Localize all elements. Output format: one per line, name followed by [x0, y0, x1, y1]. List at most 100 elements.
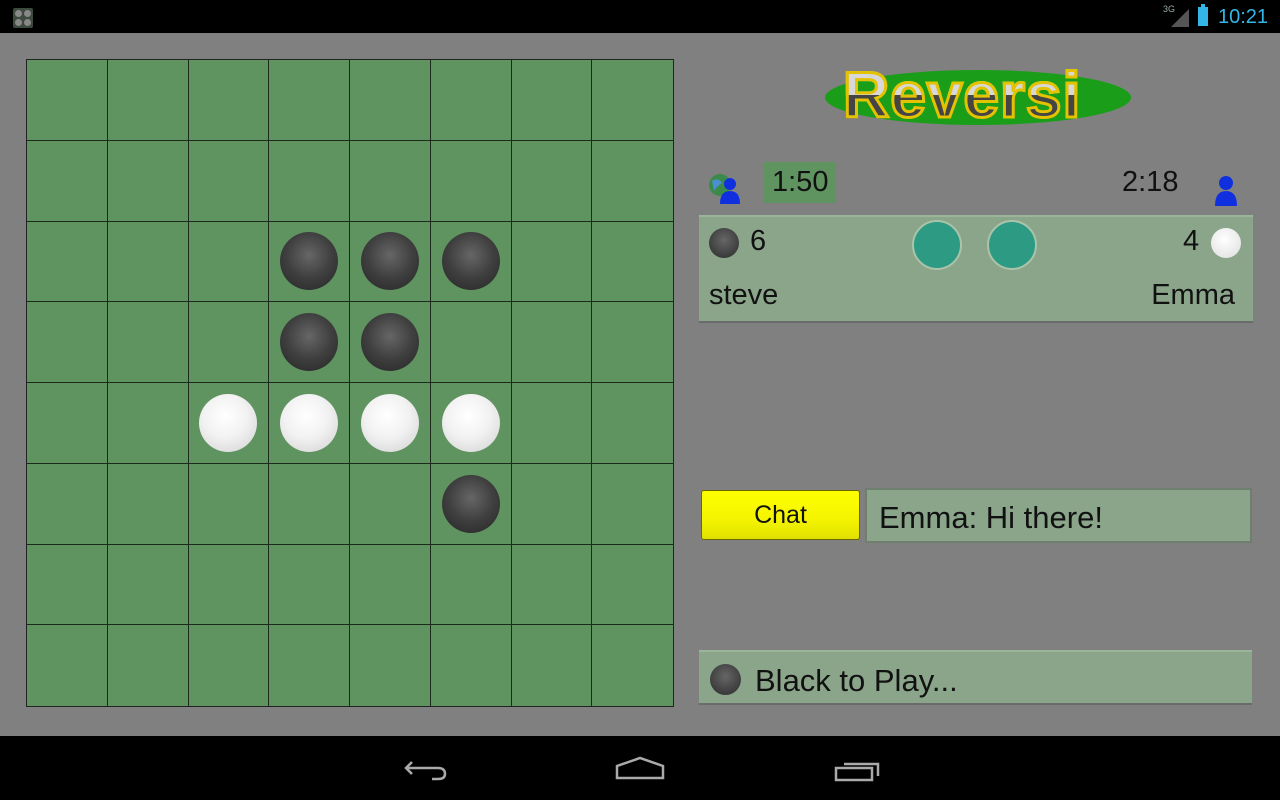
person-icon	[1215, 176, 1237, 206]
board-cell[interactable]	[269, 221, 350, 303]
board-cell[interactable]	[430, 463, 512, 545]
board-cell[interactable]	[269, 463, 350, 545]
board-cell[interactable]	[511, 302, 593, 383]
black-disc	[280, 313, 339, 372]
board-cell[interactable]	[350, 544, 431, 626]
chat-message-display[interactable]: Emma: Hi there!	[865, 488, 1252, 543]
board-cell[interactable]	[592, 302, 673, 383]
black-disc	[441, 232, 500, 291]
black-disc	[280, 232, 339, 291]
white-score: 4	[1183, 225, 1200, 257]
board-cell[interactable]	[27, 140, 108, 222]
board-cell[interactable]	[431, 625, 512, 706]
board-cell[interactable]	[27, 221, 108, 303]
white-disc	[199, 393, 258, 452]
back-button[interactable]	[390, 744, 460, 794]
game-screen: Reversi 1:50 2:18 6 4 steve Emma Chat Em…	[0, 33, 1280, 736]
board-cell[interactable]	[269, 383, 350, 464]
board-cell[interactable]	[430, 60, 512, 141]
board-cell[interactable]	[27, 544, 108, 626]
board-cell[interactable]	[188, 221, 270, 303]
board-cell[interactable]	[350, 60, 431, 141]
board-cell[interactable]	[430, 383, 512, 464]
board-cell[interactable]	[512, 625, 593, 706]
board-cell[interactable]	[592, 141, 673, 222]
board-cell[interactable]	[107, 140, 189, 222]
board-cell[interactable]	[511, 140, 593, 222]
board-cell[interactable]	[350, 221, 431, 303]
board-cell[interactable]	[188, 140, 270, 222]
score-panel: 6 4 steve Emma	[699, 215, 1253, 323]
board-cell[interactable]	[27, 625, 108, 706]
board-cell[interactable]	[269, 302, 350, 383]
white-disc-icon	[1211, 228, 1241, 258]
board-cell[interactable]	[27, 463, 108, 545]
board-cell[interactable]	[511, 544, 593, 626]
status-clock: 10:21	[1218, 6, 1269, 28]
board-cell[interactable]	[269, 140, 350, 222]
board-cell[interactable]	[430, 140, 512, 222]
recent-apps-button[interactable]	[822, 744, 892, 794]
white-disc	[280, 393, 339, 452]
board-cell[interactable]	[107, 60, 189, 141]
board-cell[interactable]	[188, 544, 270, 626]
white-disc	[441, 393, 500, 452]
board-cell[interactable]	[592, 60, 673, 141]
turn-indicator-left	[912, 220, 962, 270]
home-button[interactable]	[605, 744, 675, 794]
board-cell[interactable]	[107, 463, 189, 545]
board-cell[interactable]	[269, 60, 350, 141]
board-cell[interactable]	[350, 302, 431, 383]
game-board[interactable]	[26, 59, 674, 707]
board-cell[interactable]	[592, 383, 673, 464]
board-cell[interactable]	[511, 463, 593, 545]
chat-button[interactable]: Chat	[701, 490, 860, 540]
board-cell[interactable]	[592, 222, 673, 303]
board-cell[interactable]	[27, 302, 108, 383]
board-cell[interactable]	[350, 383, 431, 464]
board-cell[interactable]	[189, 625, 270, 706]
board-cell[interactable]	[511, 221, 593, 303]
board-cell[interactable]	[350, 625, 431, 706]
board-cell[interactable]	[430, 221, 512, 303]
right-player-timer: 2:18	[1122, 166, 1179, 198]
black-player-name: steve	[709, 279, 779, 311]
signal-icon	[1171, 9, 1189, 27]
white-disc	[360, 393, 419, 452]
board-cell[interactable]	[511, 60, 593, 141]
board-cell[interactable]	[188, 60, 270, 141]
game-status-text: Black to Play...	[755, 663, 958, 698]
board-cell[interactable]	[430, 302, 512, 383]
left-player-timer: 1:50	[764, 162, 837, 203]
board-cell[interactable]	[107, 302, 189, 383]
current-turn-disc-icon	[710, 664, 741, 695]
board-cell[interactable]	[107, 221, 189, 303]
white-player-name: Emma	[1151, 279, 1235, 311]
online-player-icon	[709, 174, 740, 204]
battery-charging-icon	[1198, 4, 1208, 26]
board-cell[interactable]	[108, 625, 189, 706]
board-cell[interactable]	[107, 544, 189, 626]
board-cell[interactable]	[592, 545, 673, 626]
reversi-logo: Reversi	[825, 58, 1131, 133]
board-cell[interactable]	[269, 625, 350, 706]
board-cell[interactable]	[269, 544, 350, 626]
board-cell[interactable]	[27, 383, 108, 464]
board-cell[interactable]	[592, 464, 673, 545]
game-status-bar: Black to Play...	[699, 650, 1252, 705]
board-cell[interactable]	[188, 463, 270, 545]
board-cell[interactable]	[511, 383, 593, 464]
black-disc-icon	[709, 228, 739, 258]
board-cell[interactable]	[188, 383, 270, 464]
board-cell[interactable]	[350, 140, 431, 222]
board-cell[interactable]	[430, 544, 512, 626]
board-cell[interactable]	[107, 383, 189, 464]
board-cell[interactable]	[188, 302, 270, 383]
black-score: 6	[750, 225, 767, 257]
board-cell[interactable]	[350, 463, 431, 545]
board-cell[interactable]	[592, 625, 673, 706]
system-status-bar: 3G 10:21	[0, 0, 1280, 33]
board-cell[interactable]	[27, 60, 108, 141]
logo-text: Reversi	[841, 58, 1082, 133]
black-disc	[441, 474, 500, 533]
